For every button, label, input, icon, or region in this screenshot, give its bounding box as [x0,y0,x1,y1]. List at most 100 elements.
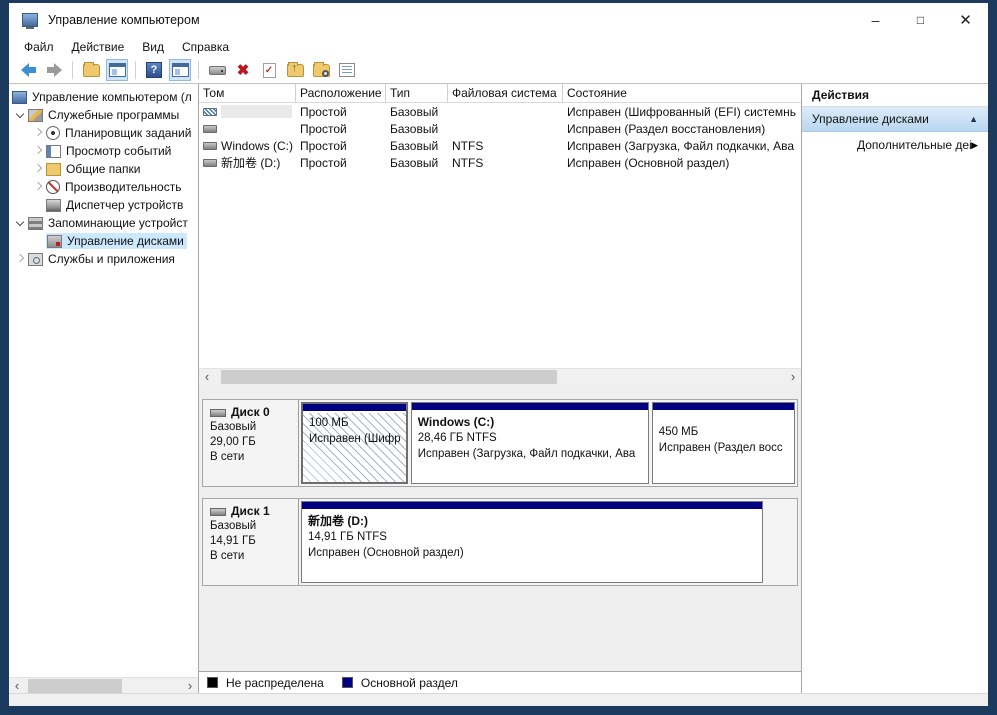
volume-row-windows-c[interactable]: Windows (C:) Простой Базовый NTFS Исправ… [199,137,801,154]
window-frame: Управление компьютером – □ ✕ Файл Действ… [0,0,997,715]
computer-icon [12,91,27,104]
volume-type: Базовый [386,156,448,170]
scroll-left-icon[interactable]: ‹ [199,369,215,385]
scroll-right-icon[interactable]: › [182,678,198,694]
partition-d[interactable]: 新加卷 (D:) 14,91 ГБ NTFS Исправен (Основно… [301,501,763,583]
chevron-right-icon[interactable] [29,179,46,195]
partition-status: Исправен (Раздел восс [659,440,788,456]
tree-item-task-scheduler[interactable]: Планировщик заданий [9,124,198,142]
column-header-volume[interactable]: Том [199,84,296,102]
column-header-status[interactable]: Состояние [563,84,801,102]
forward-button[interactable] [43,59,65,81]
back-button[interactable] [17,59,39,81]
volume-icon [203,142,217,150]
open-button[interactable]: ↑ [284,59,306,81]
collapse-icon[interactable]: ▲ [969,114,978,124]
primary-partition-swatch [342,677,353,688]
column-header-type[interactable]: Тип [386,84,448,102]
volume-list-pane: Том Расположение Тип Файловая система Со… [199,84,801,384]
actions-panel: Действия Управление дисками ▲ Дополнител… [802,84,988,693]
tree-item-performance[interactable]: Производительность [9,178,198,196]
event-viewer-icon [46,145,61,158]
storage-icon [28,217,43,230]
minimize-button[interactable]: – [853,3,898,36]
menu-file[interactable]: Файл [15,38,63,56]
unallocated-swatch [207,677,218,688]
volume-row-d[interactable]: 新加卷 (D:) Простой Базовый NTFS Исправен (… [199,154,801,171]
chevron-right-icon[interactable] [29,125,46,141]
disk-0-label[interactable]: Диск 0 Базовый 29,00 ГБ В сети [203,400,299,486]
tree-item-label: Общие папки [66,162,140,176]
chevron-right-icon[interactable] [11,251,28,267]
volume-row-recovery[interactable]: Простой Базовый Исправен (Раздел восстан… [199,120,801,137]
tree-item-disk-management[interactable]: Управление дисками [9,232,198,250]
tree-item-services-applications[interactable]: Службы и приложения [9,250,198,268]
volume-fs: NTFS [448,156,563,170]
action-pane-icon [172,63,189,77]
tree-item-system-tools[interactable]: Служебные программы [9,106,198,124]
partition-size: 28,46 ГБ NTFS [418,430,642,446]
tree-item-storage[interactable]: Запоминающие устройст [9,214,198,232]
disk-icon [210,409,226,417]
show-action-pane-button[interactable] [169,59,191,81]
window-controls: – □ ✕ [853,3,988,36]
column-header-layout[interactable]: Расположение [296,84,386,102]
close-button[interactable]: ✕ [943,3,988,36]
partition-status: Исправен (Загрузка, Файл подкачки, Ава [418,446,642,462]
menu-action[interactable]: Действие [63,38,134,56]
tree-horizontal-scrollbar[interactable]: ‹ › [9,677,198,693]
partition-color-bar [653,403,794,412]
explore-button[interactable] [310,59,332,81]
menu-help[interactable]: Справка [173,38,238,56]
toolbar-separator [198,61,199,79]
tasks-button[interactable] [336,59,358,81]
disk-1-label[interactable]: Диск 1 Базовый 14,91 ГБ В сети [203,499,299,585]
scroll-left-icon[interactable]: ‹ [9,678,25,694]
export-list-button[interactable] [80,59,102,81]
actions-more-actions[interactable]: Дополнительные дей... ▶ [802,132,988,158]
chevron-down-icon[interactable] [11,107,28,123]
folder-search-icon [313,64,330,77]
more-actions-label: Дополнительные дей... [857,138,971,152]
chevron-right-icon[interactable] [29,143,46,159]
help-button[interactable]: ? [143,59,165,81]
title-bar: Управление компьютером – □ ✕ [9,3,988,36]
tree-item-shared-folders[interactable]: Общие папки [9,160,198,178]
console-tree: Управление компьютером (л Служебные прог… [9,84,198,677]
volume-status: Исправен (Шифрованный (EFI) системнь [563,105,801,119]
partition-title: 新加卷 (D:) [308,513,756,529]
tree-item-computer-management[interactable]: Управление компьютером (л [9,88,198,106]
partition-size: 450 МБ [659,424,788,440]
computer-management-window: Управление компьютером – □ ✕ Файл Действ… [9,3,988,706]
scroll-right-icon[interactable]: › [785,369,801,385]
partition-windows-c[interactable]: Windows (C:) 28,46 ГБ NTFS Исправен (Заг… [411,402,649,484]
tree-item-device-manager[interactable]: Диспетчер устройств [9,196,198,214]
forward-arrow-icon [47,63,62,77]
disk-0-row: Диск 0 Базовый 29,00 ГБ В сети 100 МБ Ис… [202,399,798,487]
partition-status: Исправен (Основной раздел) [308,545,756,561]
properties-button[interactable]: ✓ [258,59,280,81]
scrollbar-thumb[interactable] [221,370,557,384]
scrollbar-track[interactable] [25,678,182,694]
volume-list-horizontal-scrollbar[interactable]: ‹ › [199,368,801,384]
scrollbar-track[interactable] [215,369,785,385]
chevron-down-icon[interactable] [11,215,28,231]
menu-view[interactable]: Вид [133,38,173,56]
show-console-tree-button[interactable] [106,59,128,81]
volume-name: 新加卷 (D:) [221,154,280,171]
chevron-right-icon[interactable] [29,161,46,177]
window-title: Управление компьютером [48,13,200,27]
drive-icon [209,66,226,75]
maximize-button[interactable]: □ [898,3,943,36]
task-scheduler-icon [46,126,60,140]
rescan-disks-button[interactable] [206,59,228,81]
partition-efi[interactable]: 100 МБ Исправен (Шифр [301,402,408,484]
partition-recovery[interactable]: 450 МБ Исправен (Раздел восс [652,402,795,484]
delete-volume-button[interactable]: ✖ [232,59,254,81]
tree-item-event-viewer[interactable]: Просмотр событий [9,142,198,160]
volume-type: Базовый [386,139,448,153]
scrollbar-thumb[interactable] [28,679,122,693]
column-header-filesystem[interactable]: Файловая система [448,84,563,102]
actions-group-disk-management[interactable]: Управление дисками ▲ [802,107,988,132]
volume-row-efi[interactable]: Простой Базовый Исправен (Шифрованный (E… [199,103,801,120]
